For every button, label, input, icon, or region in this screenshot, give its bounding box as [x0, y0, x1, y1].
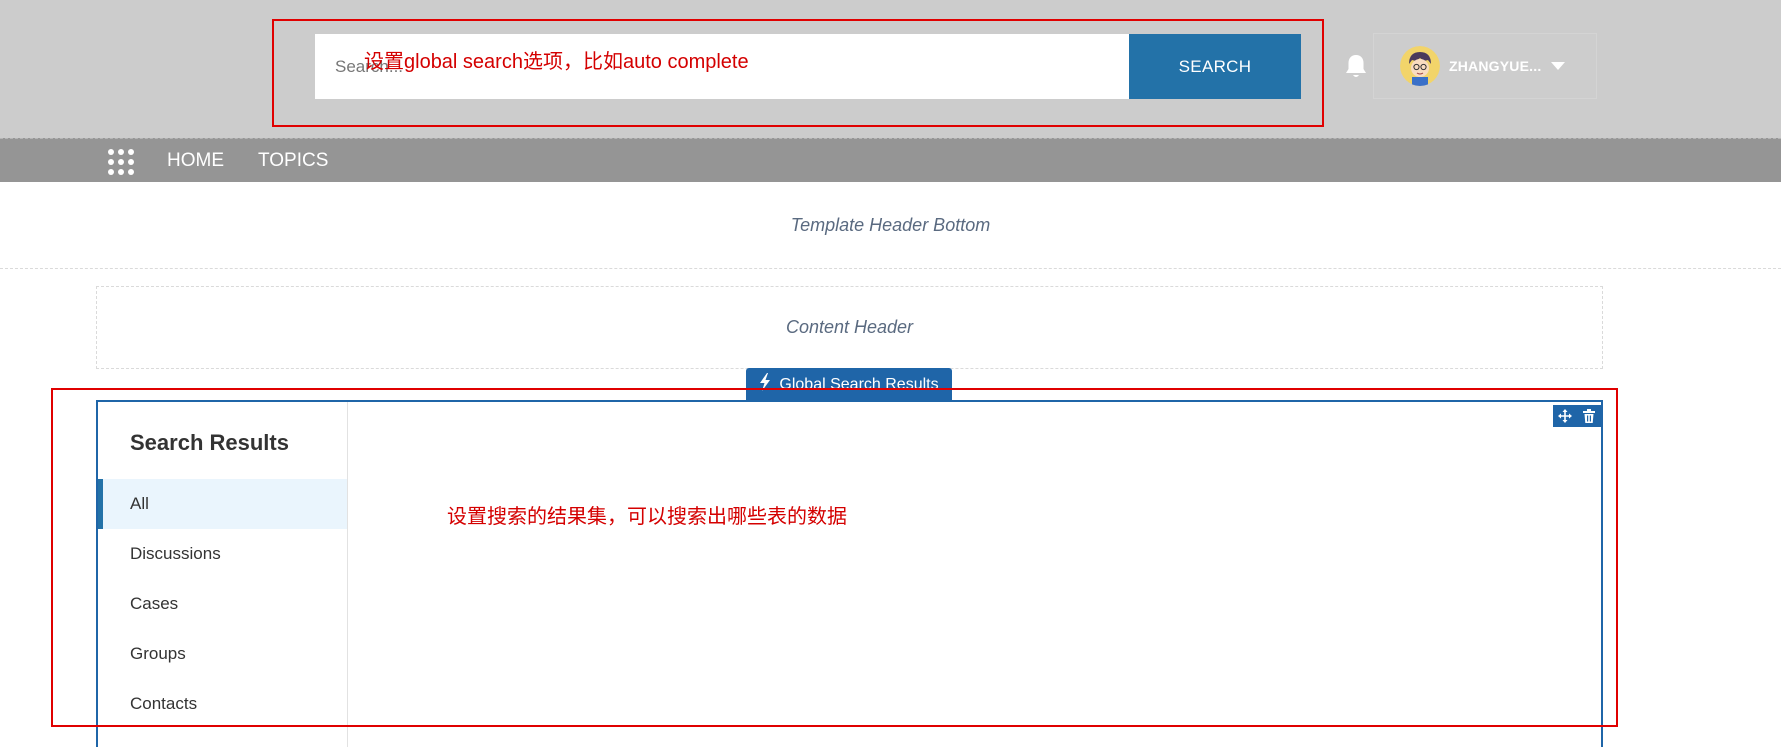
app-launcher-grid-icon[interactable]: [106, 147, 136, 177]
nav-item-home[interactable]: HOME: [167, 139, 224, 183]
caret-down-icon: [1551, 62, 1566, 70]
user-name: ZHANGYUE...: [1449, 58, 1542, 74]
bell-icon[interactable]: [1340, 50, 1372, 82]
region-label: Template Header Bottom: [790, 214, 991, 235]
search-annotation-note: 设置global search选项，比如auto complete: [364, 51, 749, 73]
user-profile-menu[interactable]: ZHANGYUE...: [1373, 33, 1597, 99]
avatar: [1400, 46, 1440, 86]
results-annotation-note: 设置搜索的结果集，可以搜索出哪些表的数据: [447, 506, 847, 528]
navigation-bar: HOME TOPICS: [0, 138, 1781, 182]
content-header-region[interactable]: Content Header: [96, 286, 1603, 369]
results-annotation-box: [51, 388, 1618, 727]
community-builder-page: SEARCH ZHANGYUE...: [0, 0, 1781, 747]
template-header-bottom-region[interactable]: Template Header Bottom: [0, 182, 1781, 269]
nav-item-topics[interactable]: TOPICS: [258, 139, 328, 183]
region-label: Content Header: [785, 317, 914, 337]
